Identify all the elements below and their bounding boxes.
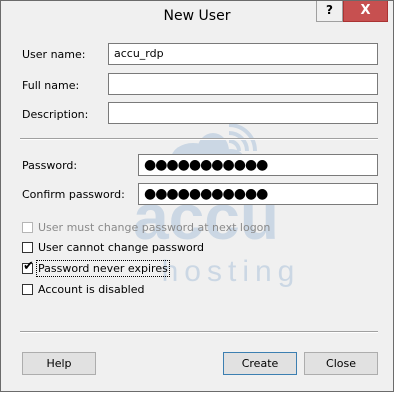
full-name-field[interactable]: [108, 73, 378, 95]
must-change-password-label: User must change password at next logon: [38, 221, 271, 234]
user-name-field[interactable]: accu_rdp: [108, 43, 378, 65]
confirm-password-label: Confirm password:: [22, 188, 125, 201]
description-field[interactable]: [108, 102, 378, 124]
user-name-label: User name:: [22, 48, 86, 61]
titlebar-help-button[interactable]: ?: [316, 1, 343, 22]
description-label: Description:: [22, 108, 89, 121]
password-never-expires-checkbox[interactable]: ✔: [22, 259, 34, 274]
cannot-change-password-checkbox[interactable]: [22, 242, 33, 253]
help-button[interactable]: Help: [22, 352, 96, 375]
section-divider: [20, 138, 378, 140]
cannot-change-password-label: User cannot change password: [38, 241, 205, 254]
new-user-dialog: New User ? X accu hosting User name: acc…: [0, 0, 394, 392]
password-field[interactable]: ●●●●●●●●●●●: [138, 154, 378, 176]
account-disabled-checkbox[interactable]: [22, 284, 33, 295]
checkmark-icon: ✔: [23, 259, 34, 274]
confirm-password-field[interactable]: ●●●●●●●●●●●: [138, 183, 378, 205]
full-name-label: Full name:: [22, 79, 80, 92]
password-label: Password:: [22, 159, 78, 172]
titlebar-close-button[interactable]: X: [343, 1, 388, 22]
create-button[interactable]: Create: [223, 352, 297, 375]
must-change-password-checkbox[interactable]: [22, 222, 33, 233]
footer-divider: [20, 331, 378, 333]
watermark-tagline: hosting: [162, 255, 301, 288]
title-bar[interactable]: New User ? X: [1, 1, 393, 31]
password-never-expires-label: Password never expires: [36, 260, 170, 277]
account-disabled-label: Account is disabled: [38, 283, 145, 296]
close-button[interactable]: Close: [304, 352, 378, 375]
